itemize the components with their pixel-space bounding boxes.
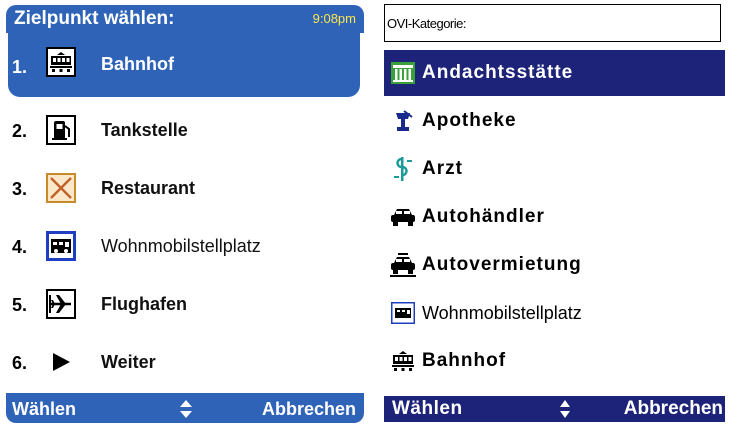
destination-list: 1. Bahnhof 2. Tankstelle 3. Restaurant 4… [6,33,364,393]
item-label: Bahnhof [422,350,507,371]
item-number: 1. [12,57,28,77]
item-number: 2. [12,121,28,141]
item-label: Andachtsstätte [422,62,574,83]
screen-header: Zielpunkt wählen: 9:08pm [6,5,364,33]
list-item-flughafen[interactable]: 5. Flughafen [6,277,360,333]
screen-header: OVI-Kategorie: [384,4,721,42]
fuel-station-icon [46,115,76,145]
item-number: 5. [12,295,28,315]
airplane-icon [46,289,76,319]
item-label: Apotheke [422,110,517,131]
list-item-autohaendler[interactable]: Autohändler [384,194,725,240]
list-item-wohnmobilstellplatz[interactable]: Wohnmobilstellplatz [384,290,725,336]
list-item-bahnhof[interactable]: 1. Bahnhof [8,33,360,97]
restaurant-icon [46,173,76,203]
list-item-apotheke[interactable]: Apotheke [384,98,725,144]
car-dealer-icon [390,204,416,230]
list-item-weiter[interactable]: 6. Weiter [6,335,360,391]
item-label: Autovermietung [422,254,582,275]
item-label: Arzt [422,158,463,179]
item-label: Bahnhof [101,54,174,74]
item-number: 6. [12,353,28,373]
softkey-bar: Wählen Abbrechen [384,396,725,422]
car-rental-icon [390,252,416,278]
poi-category-screen: OVI-Kategorie: Andachtsstätte Apotheke A… [384,4,725,422]
cancel-softkey[interactable]: Abbrechen [624,397,723,421]
item-number: 3. [12,179,28,199]
item-label: Autohändler [422,206,545,227]
item-number: 4. [12,237,28,257]
cancel-softkey[interactable]: Abbrechen [262,398,356,420]
train-icon [390,348,416,374]
list-item-restaurant[interactable]: 3. Restaurant [6,161,360,217]
doctor-icon [390,156,416,182]
item-label: Wohnmobilstellplatz [101,236,261,256]
list-item-wohnmobilstellplatz[interactable]: 4. Wohnmobilstellplatz [6,219,360,275]
select-softkey[interactable]: Wählen [12,398,76,420]
list-item-bahnhof[interactable]: Bahnhof [384,338,725,384]
up-down-arrows-icon[interactable] [554,398,576,420]
item-label: Restaurant [101,178,196,198]
item-label: Weiter [101,352,156,372]
clock-time: 9:08pm [312,11,356,26]
item-label: Wohnmobilstellplatz [422,303,582,323]
list-item-tankstelle[interactable]: 2. Tankstelle [6,103,360,159]
screen-title: Zielpunkt wählen: [14,8,175,29]
list-item-andachtsstaette[interactable]: Andachtsstätte [384,50,725,96]
item-label: Tankstelle [101,120,188,140]
play-arrow-icon [46,347,76,377]
camper-icon [390,300,416,326]
screen-title: OVI-Kategorie: [387,16,467,31]
category-list: Andachtsstätte Apotheke Arzt Autohändler… [384,50,725,390]
select-softkey[interactable]: Wählen [392,397,463,421]
pharmacy-icon [390,108,416,134]
list-item-arzt[interactable]: Arzt [384,146,725,192]
item-label: Flughafen [101,294,187,314]
up-down-arrows-icon[interactable] [174,397,198,421]
destination-select-screen: Zielpunkt wählen: 9:08pm 1. Bahnhof 2. T… [6,5,364,423]
camper-icon [46,231,76,261]
temple-icon [390,60,416,86]
train-icon [46,47,76,77]
softkey-bar: Wählen Abbrechen [6,393,364,423]
list-item-autovermietung[interactable]: Autovermietung [384,242,725,288]
